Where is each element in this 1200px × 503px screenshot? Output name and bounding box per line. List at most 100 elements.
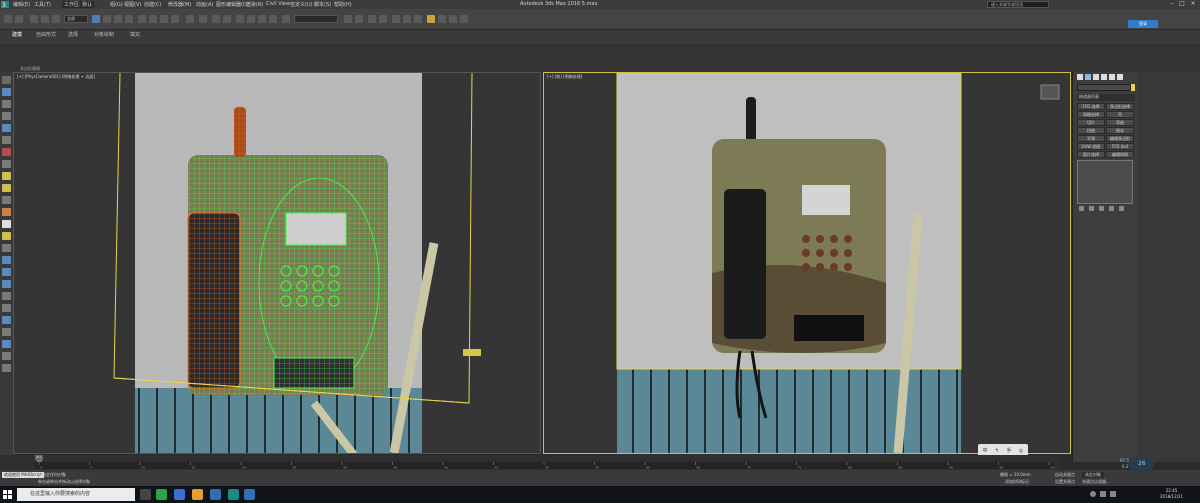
create-tab-icon[interactable] [1077,74,1083,80]
window-crossing-icon[interactable] [125,15,133,23]
named-selection-set-dropdown[interactable] [294,15,338,23]
show-end-result-icon[interactable] [1089,206,1094,211]
configure-sets-icon[interactable] [1119,206,1124,211]
object-color-swatch[interactable] [1131,84,1135,91]
rotate-icon[interactable] [149,15,157,23]
menu-rendering[interactable]: 渲染(R) [246,1,263,8]
modifier-button[interactable]: 扭曲 [1077,127,1105,134]
close-button[interactable]: × [1189,1,1197,8]
menu-views[interactable]: 视图(V) [124,1,141,8]
modify-tab-icon[interactable] [1085,74,1091,80]
layer-explorer-icon[interactable] [379,15,387,23]
ringwave-icon[interactable] [2,352,11,360]
create-panel-icon[interactable] [2,76,11,84]
pin-stack-icon[interactable] [1079,206,1084,211]
taskbar-search-input[interactable]: 在这里输入你要搜索的内容 [17,488,135,501]
set-key-button[interactable]: 设置关键点 [1055,479,1075,485]
maximize-button[interactable]: □ [1178,1,1186,8]
torus-icon[interactable] [2,220,11,228]
menu-tools[interactable]: 工具(T) [34,1,51,8]
modifier-button[interactable]: 切片 [1077,119,1105,126]
tab-freeform[interactable]: 自由形式 [36,31,56,38]
modifier-button[interactable]: FFD 4x4 [1106,143,1134,150]
menu-modifiers[interactable]: 修改器(M) [168,1,191,8]
helpers-icon[interactable] [2,136,11,144]
utilities-tab-icon[interactable] [1117,74,1123,80]
rendered-frame-window-icon[interactable] [449,15,457,23]
sign-in-button[interactable]: 登录 [1128,20,1158,28]
selection-filter-dropdown[interactable]: 全部 [64,15,88,23]
max-app-icon[interactable] [228,489,239,500]
redo-icon[interactable] [15,15,23,23]
bind-space-warp-icon[interactable] [52,15,60,23]
reference-coordinate-icon[interactable] [186,15,194,23]
undo-icon[interactable] [4,15,12,23]
capsule-icon[interactable] [2,316,11,324]
menu-help[interactable]: 帮助(H) [334,1,352,8]
chamfer-box-icon[interactable] [2,304,11,312]
motion-tab-icon[interactable] [1101,74,1107,80]
geosphere-icon[interactable] [2,280,11,288]
task-view-icon[interactable] [140,489,151,500]
cameras-icon[interactable] [2,124,11,132]
menu-scripting[interactable]: 脚本(S) [314,1,331,8]
hedra-icon[interactable] [2,292,11,300]
hierarchy-tab-icon[interactable] [1093,74,1099,80]
menu-graph-editors[interactable]: 图形编辑器(D) [216,1,249,8]
rectangular-selection-icon[interactable] [114,15,122,23]
wechat-icon[interactable] [156,489,167,500]
scene-explorer-icon[interactable] [368,15,376,23]
cylinder-icon[interactable] [2,184,11,192]
menu-civil-view[interactable]: Civil View [266,1,290,7]
unlink-icon[interactable] [41,15,49,23]
menu-group[interactable]: 组(G) [110,1,123,8]
gengon-icon[interactable] [2,340,11,348]
space-warps-icon[interactable] [2,148,11,156]
display-tab-icon[interactable] [1109,74,1115,80]
tab-populate[interactable]: 填充 [130,31,140,38]
tray-input-icon[interactable] [1110,491,1116,497]
schematic-view-icon[interactable] [414,15,422,23]
menu-edit[interactable]: 编辑(E) [13,1,30,8]
frame-ruler[interactable]: 0 5 10 15 20 25 30 35 40 45 50 55 60 65 70 75 80 85 90 95 10… [35,462,1056,470]
modifier-button[interactable]: 平滑 [1077,135,1105,142]
menu-customize[interactable]: 自定义(U) [290,1,313,8]
shapes-icon[interactable] [2,100,11,108]
plane-icon[interactable] [2,244,11,252]
angle-snap-icon[interactable] [247,15,255,23]
percent-snap-icon[interactable] [258,15,266,23]
hose-icon[interactable] [2,364,11,372]
modifier-button[interactable]: FFD 选择 [1077,103,1105,110]
render-setup-icon[interactable] [438,15,446,23]
tube-icon[interactable] [2,268,11,276]
modifier-button[interactable]: 面片选择 [1077,151,1105,158]
taskbar-clock[interactable]: 22:45 2018/12/21 [1160,488,1183,500]
modifier-button[interactable]: 多边形选择 [1106,103,1134,110]
keyboard-shortcut-icon[interactable] [223,15,231,23]
workspace-dropdown[interactable]: 工作区: 默认 [62,1,95,8]
placement-icon[interactable] [171,15,179,23]
link-icon[interactable] [30,15,38,23]
scale-icon[interactable] [160,15,168,23]
photoshop-icon[interactable] [210,489,221,500]
modifier-button[interactable]: 壳 [1106,111,1134,118]
tray-volume-icon[interactable] [1100,491,1106,497]
modifier-button[interactable]: 弯曲 [1106,119,1134,126]
graphite-toggle-icon[interactable] [392,15,400,23]
minimize-button[interactable]: – [1168,1,1176,8]
mirror-icon[interactable] [344,15,352,23]
search-input[interactable]: 键入关键字或短语 [987,1,1049,8]
auto-key-button[interactable]: 自动关键点 [1055,472,1075,478]
tab-object-paint[interactable]: 对象绘制 [94,31,114,38]
tab-selection[interactable]: 选择 [68,31,78,38]
move-icon[interactable] [138,15,146,23]
modifier-button[interactable]: 细化 [1106,127,1134,134]
align-icon[interactable] [355,15,363,23]
add-time-tag[interactable]: 添加时间标记 [1005,479,1029,485]
windows-start-icon[interactable] [3,490,12,499]
select-manipulate-icon[interactable] [212,15,220,23]
viewport-front[interactable]: [+] [前] [明暗处理] [543,72,1071,454]
key-filters-button[interactable]: 关键点过滤器... [1082,479,1110,485]
modifier-button[interactable]: 编辑多边形 [1106,135,1134,142]
menu-create[interactable]: 创建(C) [144,1,161,8]
